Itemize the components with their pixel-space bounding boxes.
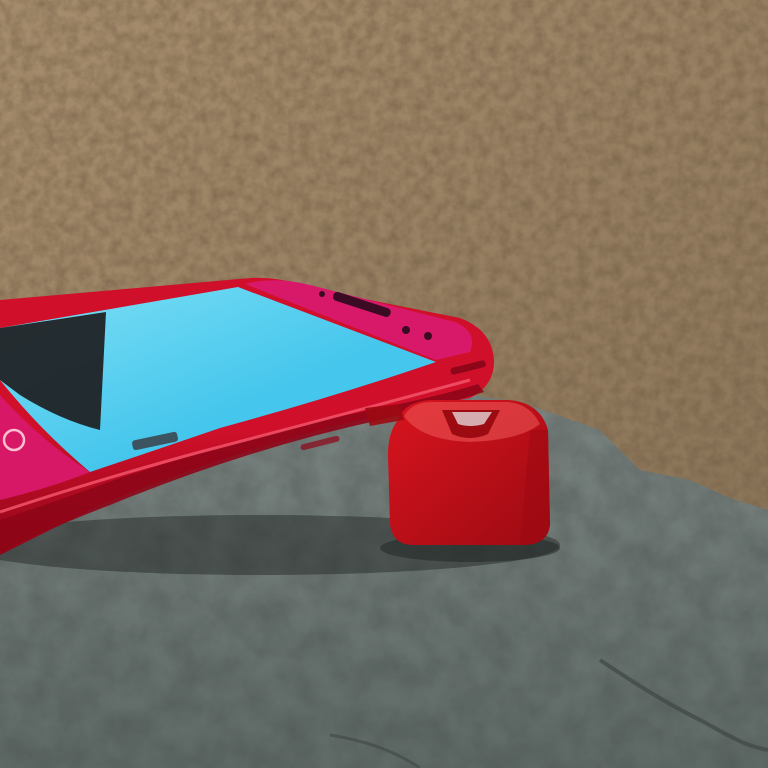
photo-scene	[0, 0, 768, 768]
scene-drawing	[0, 0, 768, 768]
red-cap	[365, 400, 550, 545]
phone-front-camera	[319, 291, 325, 297]
phone-sensor-dot	[402, 326, 410, 334]
phone-sensor-dot	[424, 332, 432, 340]
